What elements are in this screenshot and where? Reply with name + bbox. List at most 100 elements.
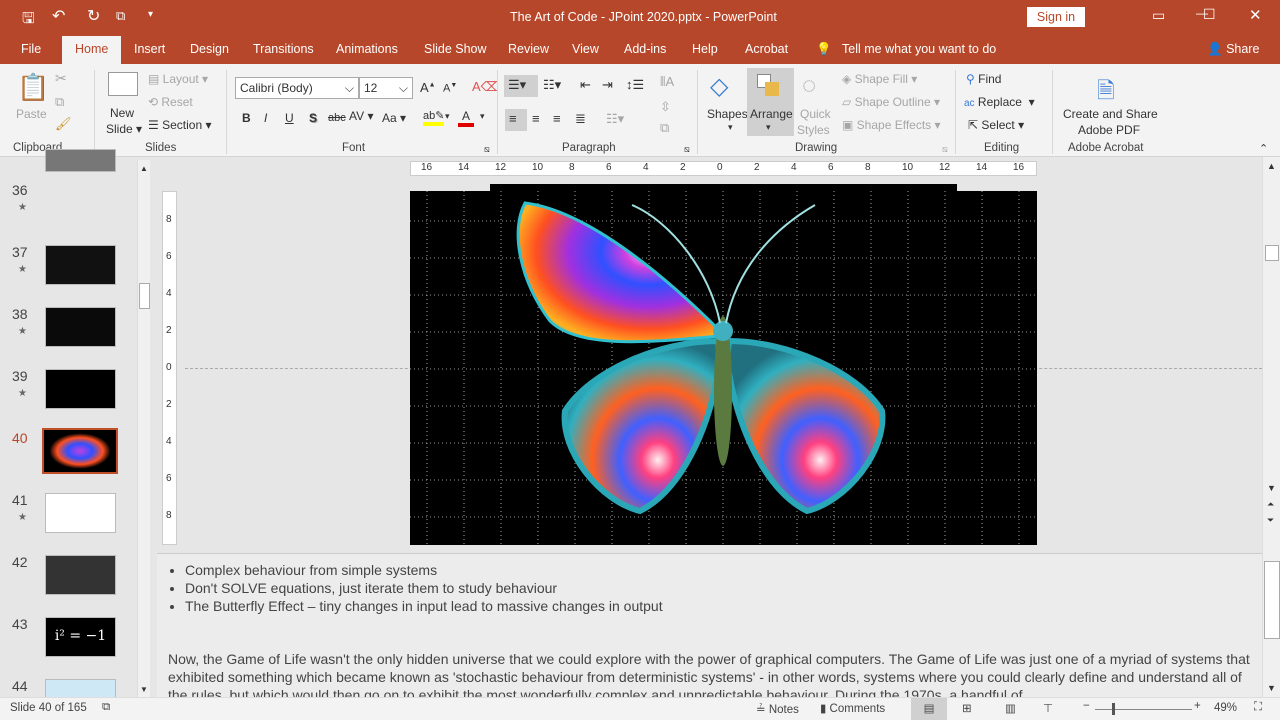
customize-qat-icon[interactable]: ▾ [148,9,153,20]
spellcheck-icon[interactable]: ⧉ [102,701,110,714]
previous-slide-icon[interactable]: ⏶ [1267,499,1274,510]
notes-pane[interactable]: Complex behaviour from simple systems Do… [157,553,1262,697]
fit-to-window-button[interactable]: ⛶ [1254,701,1262,714]
clear-formatting-icon[interactable]: A⌫ [472,79,499,95]
character-spacing-button[interactable]: AV ▾ [349,109,373,123]
zoom-level[interactable]: 49% [1214,702,1237,714]
tab-home[interactable]: Home [62,36,122,64]
increase-font-icon[interactable]: A▲ [420,80,436,95]
underline-button[interactable]: U [285,111,294,125]
shapes-icon[interactable]: ◇ [710,72,728,101]
slide-thumbnail[interactable] [42,428,118,474]
slide-thumbnail[interactable] [45,307,116,347]
smartart-icon[interactable]: ⧉ [660,120,669,136]
tab-insert[interactable]: Insert [134,42,165,56]
tab-transitions[interactable]: Transitions [253,42,314,56]
maximize-button[interactable]: ☐ [1203,6,1216,23]
font-color-dropdown[interactable]: ▾ [480,111,485,122]
zoom-in-button[interactable]: + [1194,700,1201,712]
slideshow-view-button[interactable]: ⊤ [1043,701,1053,715]
justify-button[interactable]: ≣ [575,111,586,127]
shapes-dropdown[interactable]: ▾ [728,122,733,133]
tab-slideshow[interactable]: Slide Show [424,42,487,56]
shape-fill-button[interactable]: ◈ Shape Fill ▾ [842,72,917,86]
highlight-dropdown[interactable]: ▾ [445,111,450,122]
shadow-button[interactable]: S [309,111,317,125]
create-pdf-button[interactable]: Create and Share [1063,107,1158,121]
section-button[interactable]: ☰ Section ▾ [148,118,211,132]
select-button[interactable]: ⇱ Select ▾ [968,118,1024,132]
replace-button[interactable]: ac Replace ▾ [964,95,1035,109]
align-right-button[interactable]: ≡ [553,111,561,126]
normal-view-button[interactable]: ▤ [911,698,947,720]
numbering-button[interactable]: ☷▾ [543,77,561,93]
cut-icon[interactable]: ✂ [55,70,67,87]
thumbnail-scrollbar[interactable]: ▲ ▼ [137,160,150,697]
comments-button[interactable]: ▮ Comments [820,701,885,715]
columns-icon[interactable]: ☷▾ [606,111,624,127]
align-center-button[interactable]: ≡ [532,111,540,126]
font-size-select[interactable]: 12 ⌵ [359,77,413,99]
format-painter-icon[interactable]: 🖌 [55,116,72,132]
scroll-thumb[interactable] [1265,245,1279,261]
arrange-button[interactable]: Arrange ▾ [747,68,794,136]
scroll-thumb[interactable] [139,283,150,309]
tab-animations[interactable]: Animations [336,42,398,56]
decrease-font-icon[interactable]: A▼ [443,82,457,95]
shape-effects-button[interactable]: ▣ Shape Effects ▾ [842,118,941,132]
zoom-slider-thumb[interactable] [1112,703,1116,715]
slide-canvas[interactable] [410,191,1037,545]
font-name-select[interactable]: Calibri (Body) ⌵ [235,77,359,99]
undo-icon[interactable]: ↶ [52,6,65,26]
slide-thumbnail[interactable] [45,493,116,533]
quick-styles-icon[interactable]: ◌ [802,72,816,100]
align-text-icon[interactable]: ⇳ [660,99,671,115]
notes-button[interactable]: ≟ Notes [756,702,799,716]
slide-thumbnail[interactable]: i² = −1 [45,617,116,657]
tell-me-search[interactable]: Tell me what you want to do [842,42,996,56]
redo-icon[interactable]: ↻ [87,6,100,26]
copy-icon[interactable]: ⧉ [55,94,64,110]
save-icon[interactable]: 🖫 [22,8,35,33]
new-slide-icon[interactable] [108,72,138,96]
collapse-ribbon-icon[interactable]: ⌃ [1259,142,1268,155]
paste-icon[interactable]: 📋 [17,72,49,103]
share-button[interactable]: 👤 Share [1207,42,1259,57]
slide-thumbnail[interactable] [45,369,116,409]
layout-button[interactable]: ▤ Layout ▾ [148,72,208,86]
reset-button[interactable]: ⟲ Reset [148,95,193,109]
paste-button[interactable]: Paste [16,107,47,121]
tab-design[interactable]: Design [190,42,229,56]
highlight-color-icon[interactable]: ab✎ [423,109,445,126]
slide-thumbnail[interactable] [45,555,116,595]
new-slide-button[interactable]: New [110,106,134,120]
tab-help[interactable]: Help [692,42,718,56]
tab-view[interactable]: View [572,42,599,56]
italic-button[interactable]: I [264,111,267,125]
zoom-out-button[interactable]: − [1083,700,1090,712]
paragraph-dialog-launcher[interactable]: ⧅ [684,144,690,155]
increase-indent-icon[interactable]: ⇥ [602,77,613,93]
next-slide-icon[interactable]: ⏷ [1267,515,1274,526]
slide-thumbnail[interactable] [45,149,116,172]
find-button[interactable]: ⚲ Find [966,72,1001,86]
line-spacing-icon[interactable]: ↕☰ [626,77,644,93]
shapes-button[interactable]: Shapes [707,107,748,121]
close-button[interactable]: ✕ [1249,6,1262,24]
quick-styles-button[interactable]: Quick [800,107,831,121]
tab-acrobat[interactable]: Acrobat [745,42,788,56]
bold-button[interactable]: B [242,111,251,125]
font-dialog-launcher[interactable]: ⧅ [484,144,490,155]
tab-addins[interactable]: Add-ins [624,42,666,56]
slideshow-icon[interactable]: ⧉ [116,8,125,24]
strikethrough-button[interactable]: abc [328,112,346,124]
slide-thumbnail[interactable] [45,245,116,285]
text-direction-icon[interactable]: ⫴A [660,74,674,90]
bullets-button[interactable]: ☰▾ [504,75,538,97]
new-slide-dropdown[interactable]: Slide ▾ [106,122,142,136]
change-case-button[interactable]: Aa ▾ [382,111,406,125]
reading-view-button[interactable]: ▥ [1005,701,1016,715]
tab-file[interactable]: File [21,42,41,56]
editor-scrollbar[interactable]: ▲ ▼ ⏶ ⏷ ▼ [1262,157,1280,697]
notes-scroll-thumb[interactable] [1264,561,1280,639]
